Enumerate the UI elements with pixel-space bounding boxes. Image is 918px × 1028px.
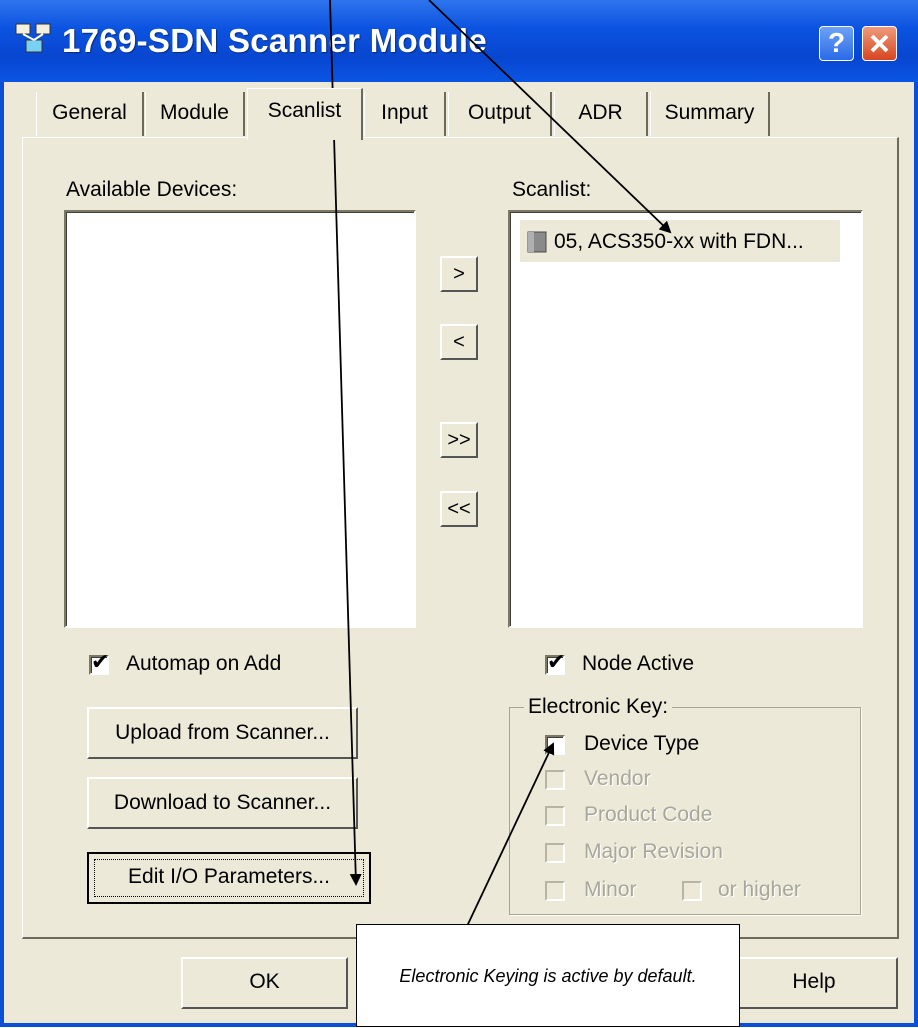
automap-checkbox[interactable]: ✔ xyxy=(89,651,109,675)
close-icon xyxy=(870,34,889,53)
or-higher-checkbox[interactable] xyxy=(682,881,702,901)
window-title: 1769-SDN Scanner Module xyxy=(62,22,488,59)
download-to-scanner-button[interactable]: Download to Scanner... xyxy=(87,777,358,829)
product-code-label: Product Code xyxy=(584,803,713,826)
tab-output[interactable]: Output xyxy=(448,92,552,136)
help-button[interactable]: Help xyxy=(730,957,898,1009)
tab-input[interactable]: Input xyxy=(364,92,446,136)
edit-io-parameters-button[interactable]: Edit I/O Parameters... xyxy=(87,852,371,904)
automap-label: Automap on Add xyxy=(126,652,282,675)
vendor-label: Vendor xyxy=(584,767,651,790)
major-revision-label: Major Revision xyxy=(584,840,723,863)
annotation-callout: Electronic Keying is active by default. xyxy=(356,924,740,1027)
checkmark-icon: ✔ xyxy=(91,649,110,674)
scanlist-item-label: 05, ACS350-xx with FDN... xyxy=(554,230,804,253)
minor-checkbox[interactable] xyxy=(545,881,565,901)
add-all-button[interactable]: >> xyxy=(440,422,478,458)
device-type-label: Device Type xyxy=(584,732,700,755)
tab-summary[interactable]: Summary xyxy=(650,92,770,136)
title-help-button[interactable]: ? xyxy=(819,26,854,61)
major-revision-checkbox[interactable] xyxy=(545,843,565,863)
add-device-button[interactable]: > xyxy=(440,256,478,292)
ok-button[interactable]: OK xyxy=(181,957,348,1009)
scanlist-label: Scanlist: xyxy=(512,178,592,201)
checkmark-icon: ✔ xyxy=(547,649,566,674)
node-active-label: Node Active xyxy=(582,652,695,675)
remove-device-button[interactable]: < xyxy=(440,324,478,360)
device-icon xyxy=(527,231,547,253)
product-code-checkbox[interactable] xyxy=(545,806,565,826)
electronic-key-legend: Electronic Key: xyxy=(524,695,673,719)
tab-module[interactable]: Module xyxy=(145,92,245,136)
scanlist-list[interactable]: 05, ACS350-xx with FDN... xyxy=(508,210,863,628)
or-higher-label: or higher xyxy=(718,878,801,901)
node-active-checkbox[interactable]: ✔ xyxy=(545,651,565,675)
available-devices-list[interactable] xyxy=(64,210,416,628)
scanlist-item[interactable]: 05, ACS350-xx with FDN... xyxy=(520,220,840,262)
device-type-checkbox[interactable] xyxy=(545,735,565,755)
minor-label: Minor xyxy=(584,878,637,901)
vendor-checkbox[interactable] xyxy=(545,770,565,790)
tab-general[interactable]: General xyxy=(36,92,144,136)
network-app-icon xyxy=(15,23,51,53)
upload-from-scanner-button[interactable]: Upload from Scanner... xyxy=(87,707,358,759)
available-devices-label: Available Devices: xyxy=(66,178,238,201)
tab-scanlist[interactable]: Scanlist xyxy=(247,88,363,140)
tab-adr[interactable]: ADR xyxy=(554,92,648,136)
remove-all-button[interactable]: << xyxy=(440,491,478,527)
close-button[interactable] xyxy=(862,26,897,61)
